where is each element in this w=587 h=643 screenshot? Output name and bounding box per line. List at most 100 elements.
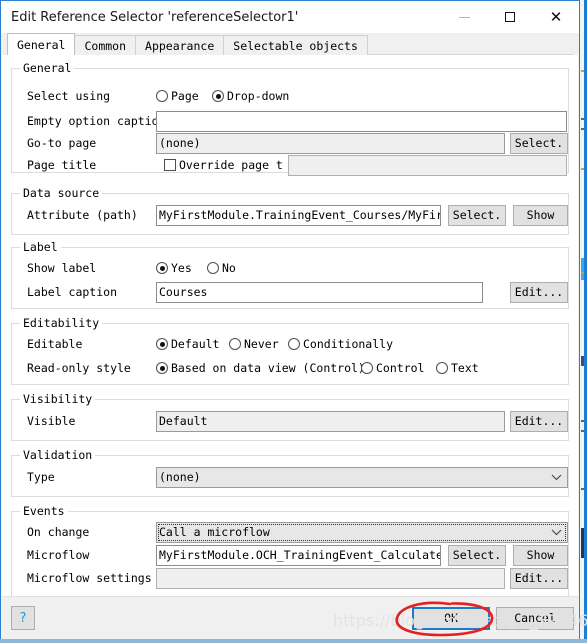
select-using-label: Select using (27, 89, 111, 103)
maximize-button[interactable] (487, 1, 533, 33)
tab-appearance[interactable]: Appearance (135, 35, 225, 55)
background-editor-sliver (580, 0, 587, 643)
attribute-path-input[interactable]: MyFirstModule.TrainingEvent_Courses/MyFi… (156, 205, 441, 226)
attribute-select-button[interactable]: Select. (448, 205, 506, 226)
microflow-settings-input (156, 568, 505, 589)
label-caption-edit-button[interactable]: Edit... (510, 282, 568, 303)
minimize-icon (458, 16, 470, 18)
radio-readonly-control[interactable]: Control (361, 357, 424, 379)
radio-editable-conditionally[interactable]: Conditionally (288, 333, 393, 355)
help-button[interactable]: ? (11, 606, 35, 630)
tab-common[interactable]: Common (74, 35, 137, 55)
radio-show-label-no[interactable]: No (207, 257, 236, 279)
tab-strip: General Common Appearance Selectable obj… (1, 33, 579, 55)
microflow-show-button[interactable]: Show (513, 545, 568, 566)
editable-label: Editable (27, 337, 83, 351)
maximize-icon (505, 12, 515, 22)
radio-icon (156, 262, 168, 274)
goto-page-input[interactable]: (none) (156, 133, 505, 154)
microflow-settings-label: Microflow settings (27, 571, 152, 585)
ok-button[interactable]: OK (412, 607, 490, 630)
empty-option-caption-input[interactable] (156, 111, 567, 132)
group-label-title: Label (20, 240, 61, 254)
on-change-value: Call a microflow (159, 525, 270, 539)
radio-label: Default (171, 337, 220, 351)
group-label: Label Show label Yes No Label caption Co… (11, 240, 569, 309)
edit-reference-selector-dialog: Edit Reference Selector 'referenceSelect… (0, 0, 580, 640)
radio-editable-never[interactable]: Never (229, 333, 279, 355)
radio-label: No (222, 261, 236, 275)
checkbox-label: Override page t (179, 158, 283, 172)
group-editability: Editability Editable Default Never Condi… (11, 316, 569, 385)
group-data-source: Data source Attribute (path) MyFirstModu… (11, 186, 569, 235)
checkbox-icon (164, 159, 176, 171)
read-only-style-label: Read-only style (27, 361, 131, 375)
microflow-input[interactable]: MyFirstModule.OCH_TrainingEvent_Calculat… (156, 545, 441, 566)
validation-type-value: (none) (159, 470, 201, 484)
radio-icon (229, 338, 241, 350)
radio-show-label-yes[interactable]: Yes (156, 257, 192, 279)
close-icon: ✕ (549, 7, 563, 26)
attribute-show-button[interactable]: Show (513, 205, 568, 226)
radio-readonly-text[interactable]: Text (436, 357, 479, 379)
validation-type-label: Type (27, 470, 55, 484)
tab-selectable-objects[interactable]: Selectable objects (223, 35, 368, 55)
general-tab-panel: General Select using Page Drop-down Empt… (2, 55, 578, 597)
group-validation-title: Validation (20, 448, 96, 462)
minimize-button[interactable] (441, 1, 487, 33)
radio-select-using-page[interactable]: Page (156, 85, 199, 107)
radio-icon (156, 90, 168, 102)
show-label-label: Show label (27, 261, 97, 275)
goto-page-label: Go-to page (27, 136, 97, 150)
radio-label: Control (376, 361, 425, 375)
radio-icon (156, 362, 168, 374)
close-button[interactable]: ✕ (533, 1, 579, 33)
group-visibility-title: Visibility (20, 392, 96, 406)
window-bottom-edge (0, 639, 587, 643)
radio-label: Text (451, 361, 479, 375)
dialog-footer: ? OK Cancel (2, 596, 578, 638)
radio-icon (436, 362, 448, 374)
group-validation: Validation Type (none) (11, 448, 569, 497)
visible-input[interactable]: Default (156, 411, 505, 432)
radio-label: Conditionally (303, 337, 394, 351)
microflow-settings-edit-button[interactable]: Edit... (510, 568, 568, 589)
goto-page-select-button[interactable]: Select. (510, 133, 568, 154)
attribute-path-label: Attribute (path) (27, 208, 138, 222)
radio-icon (207, 262, 219, 274)
tab-general[interactable]: General (7, 33, 76, 55)
override-page-title-checkbox[interactable]: Override page t (164, 154, 283, 176)
group-events-title: Events (20, 504, 68, 518)
radio-label: Yes (171, 261, 192, 275)
microflow-label: Microflow (27, 548, 90, 562)
label-caption-input[interactable]: Courses (156, 282, 483, 303)
help-icon: ? (19, 610, 27, 626)
radio-label: Based on data view (Control) (171, 361, 365, 375)
radio-icon (361, 362, 373, 374)
visible-edit-button[interactable]: Edit... (510, 411, 568, 432)
cancel-button[interactable]: Cancel (496, 607, 574, 630)
validation-type-combo[interactable]: (none) (156, 467, 568, 488)
microflow-select-button[interactable]: Select. (448, 545, 506, 566)
chevron-down-icon (550, 523, 562, 542)
radio-readonly-based-on-data-view[interactable]: Based on data view (Control) (156, 357, 365, 379)
group-general-title: General (20, 61, 75, 75)
group-editability-title: Editability (20, 316, 103, 330)
chevron-down-icon (550, 468, 562, 487)
window-title: Edit Reference Selector 'referenceSelect… (11, 9, 299, 25)
radio-editable-default[interactable]: Default (156, 333, 219, 355)
group-visibility: Visibility Visible Default Edit... (11, 392, 569, 441)
group-data-source-title: Data source (20, 186, 103, 200)
page-title-label: Page title (27, 158, 97, 172)
empty-option-caption-label: Empty option caption (27, 114, 166, 128)
radio-icon (156, 338, 168, 350)
radio-label: Page (171, 89, 199, 103)
radio-label: Never (244, 337, 279, 351)
radio-icon (212, 90, 224, 102)
on-change-combo[interactable]: Call a microflow (156, 522, 568, 543)
label-caption-label: Label caption (27, 285, 118, 299)
title-bar: Edit Reference Selector 'referenceSelect… (1, 1, 579, 33)
radio-select-using-dropdown[interactable]: Drop-down (212, 85, 289, 107)
visible-label: Visible (27, 414, 76, 428)
on-change-label: On change (27, 525, 90, 539)
